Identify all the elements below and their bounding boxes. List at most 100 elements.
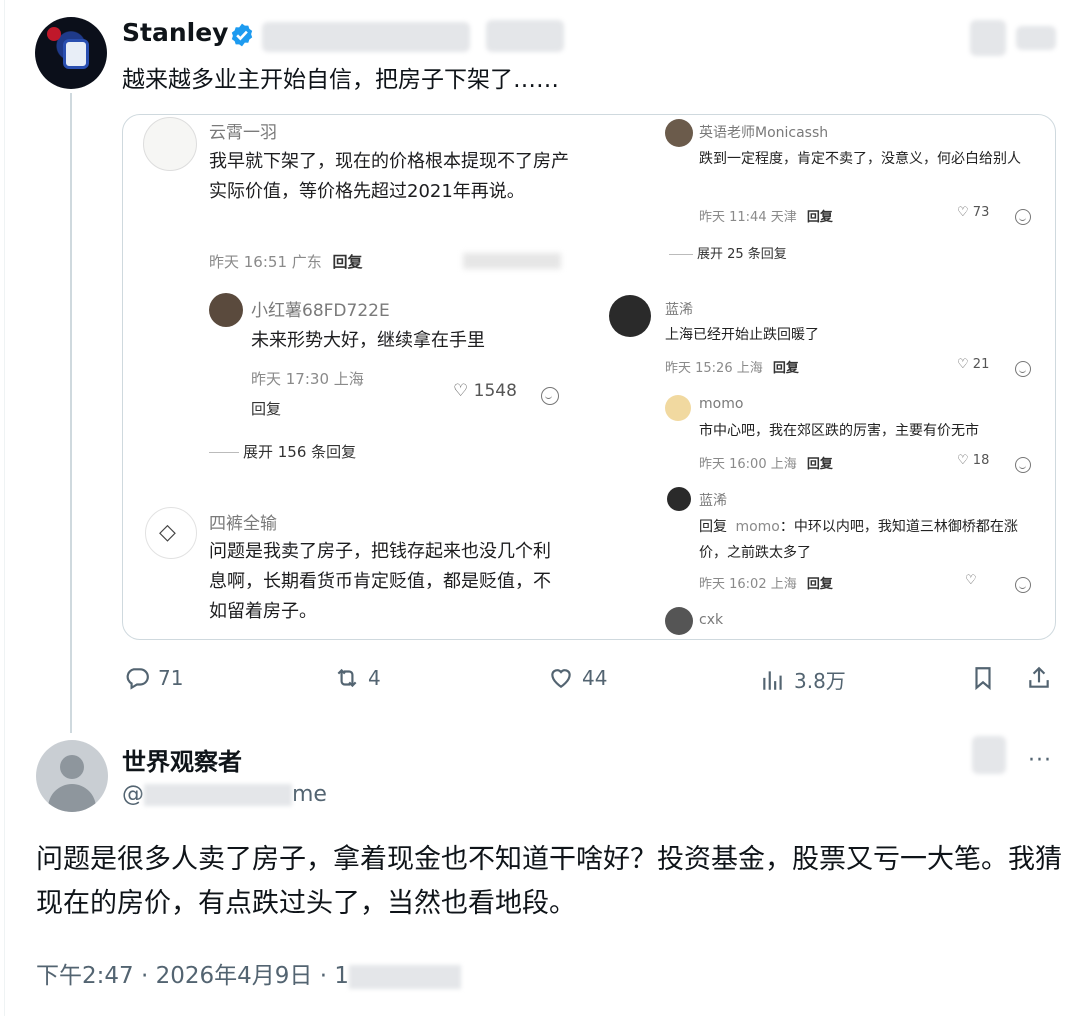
comment-text: 我早就下架了，现在的价格根本提现不了房产实际价值，等价格先超过2021年再说。 bbox=[209, 151, 569, 202]
comment-text: 市中心吧，我在郊区跌的厉害，主要有价无市 bbox=[699, 423, 979, 439]
comment-meta: 昨天 16:02 上海 回复 bbox=[699, 573, 833, 592]
comment-meta: 昨天 16:51 广东 回复 bbox=[209, 251, 363, 272]
like-action[interactable]: 44 bbox=[548, 665, 607, 691]
emoji-reaction-icon[interactable] bbox=[1015, 574, 1031, 593]
reply-icon bbox=[126, 668, 149, 690]
comment-time: 昨天 16:00 上海 bbox=[699, 457, 797, 472]
comment-time: 昨天 15:26 上海 bbox=[665, 361, 763, 376]
commenter-name: 四裤全输 bbox=[209, 514, 277, 534]
commenter-avatar: ◇ bbox=[145, 507, 197, 559]
comment-meta: 昨天 16:00 上海 回复 bbox=[699, 453, 833, 472]
diamond-icon: ◇ bbox=[159, 520, 176, 545]
commenter-name: 英语老师Monicassh bbox=[699, 125, 829, 141]
commenter-avatar bbox=[609, 295, 651, 337]
blurred-watermark bbox=[463, 253, 561, 269]
author-avatar[interactable] bbox=[35, 17, 107, 89]
reply-action[interactable]: 71 bbox=[124, 665, 183, 691]
comment-reply-link[interactable]: 回复 bbox=[773, 361, 799, 376]
views-redacted bbox=[348, 964, 461, 989]
reply-timestamp[interactable]: 下午2:47 · 2026年4月9日 · 1 bbox=[36, 956, 461, 990]
like-icon bbox=[551, 669, 571, 688]
author-name[interactable]: Stanley bbox=[122, 18, 228, 47]
emoji-reaction-icon[interactable] bbox=[541, 385, 559, 405]
handle-prefix: @ bbox=[122, 782, 144, 807]
commenter-name: cxk bbox=[699, 612, 724, 628]
emoji-reaction-icon[interactable] bbox=[1015, 206, 1031, 225]
rose-decoration bbox=[47, 27, 61, 41]
more-redacted bbox=[1016, 26, 1056, 50]
default-avatar-body bbox=[48, 784, 96, 812]
commenter-avatar bbox=[209, 293, 243, 327]
commenter-avatar bbox=[665, 607, 693, 635]
comment-reply-link[interactable]: 回复 bbox=[807, 210, 833, 225]
commenter-name: 云霄一羽 bbox=[209, 123, 277, 143]
handle-redacted bbox=[144, 784, 292, 806]
heart-icon: ♡ bbox=[957, 357, 969, 372]
commenter-name: 蓝浠 bbox=[699, 493, 727, 509]
like-count: 18 bbox=[972, 453, 990, 468]
reply-count: 71 bbox=[158, 666, 184, 690]
commenter-avatar bbox=[665, 119, 693, 147]
more-icon[interactable]: ··· bbox=[1028, 748, 1052, 773]
comment-text: 回复 momo：中环以内吧，我知道三林御桥都在涨价，之前跌太多了 bbox=[699, 514, 1039, 566]
comment-reply-link[interactable]: 回复 bbox=[807, 457, 833, 472]
comment-time: 昨天 16:51 广东 bbox=[209, 253, 322, 271]
like-count: 73 bbox=[972, 205, 990, 220]
tweet-text: 越来越多业主开始自信，把房子下架了…… bbox=[122, 67, 559, 93]
comment-text: 跌到一定程度，肯定不卖了，没意义，何必白给别人 bbox=[699, 151, 1021, 167]
verified-icon bbox=[231, 23, 253, 47]
views-action[interactable]: 3.8万 bbox=[760, 665, 846, 694]
like-count: 21 bbox=[972, 357, 990, 372]
commenter-name: 小红薯68FD722E bbox=[251, 301, 390, 321]
emoji-reaction-icon[interactable] bbox=[1015, 358, 1031, 377]
comment-text: 未来形势大好，继续拿在手里 bbox=[251, 330, 485, 351]
heart-icon: ♡ bbox=[957, 453, 969, 468]
grok-icon-redacted bbox=[970, 20, 1006, 56]
reply-author-name[interactable]: 世界观察者 bbox=[122, 742, 242, 777]
retweet-count: 4 bbox=[368, 666, 381, 690]
comment-reply-link[interactable]: 回复 bbox=[333, 253, 363, 271]
handle-redacted bbox=[486, 20, 564, 52]
comment-meta: 昨天 15:26 上海 回复 bbox=[665, 357, 799, 376]
default-avatar-head bbox=[60, 755, 84, 779]
comment-likes[interactable]: ♡ 21 bbox=[957, 357, 989, 372]
reply-mention[interactable]: momo bbox=[735, 519, 779, 535]
emoji-reaction-icon[interactable] bbox=[1015, 454, 1031, 473]
comment-time: 昨天 11:44 天津 bbox=[699, 210, 797, 225]
share-button[interactable] bbox=[1026, 665, 1052, 691]
reply-prefix: 回复 bbox=[699, 519, 727, 535]
grok-icon-redacted bbox=[972, 736, 1006, 774]
comment-time: 昨天 16:02 上海 bbox=[699, 577, 797, 592]
like-count: 1548 bbox=[473, 381, 517, 401]
timestamp-text: 下午2:47 · 2026年4月9日 · 1 bbox=[36, 963, 349, 989]
handle-redacted bbox=[262, 22, 470, 52]
comment-likes[interactable]: ♡ 1548 bbox=[453, 381, 517, 401]
avatar-figure bbox=[63, 39, 89, 69]
comment-likes[interactable]: ♡ 73 bbox=[957, 205, 989, 220]
page-border bbox=[4, 0, 5, 1016]
views-icon bbox=[763, 670, 782, 690]
comment-text: 上海已经开始止跌回暖了 bbox=[665, 327, 819, 343]
commenter-name: momo bbox=[699, 396, 744, 412]
retweet-action[interactable]: 4 bbox=[334, 665, 381, 691]
bookmark-icon bbox=[975, 667, 991, 691]
commenter-avatar bbox=[665, 395, 691, 421]
commenter-avatar bbox=[143, 117, 197, 171]
comment-text: 问题是我卖了房子，把钱存起来也没几个利息啊，长期看货币肯定贬值，都是贬值，不如留… bbox=[209, 541, 551, 622]
comment-reply-link[interactable]: 回复 bbox=[807, 577, 833, 592]
commenter-name: 蓝浠 bbox=[665, 302, 693, 318]
comment-reply-link[interactable]: 回复 bbox=[251, 398, 281, 419]
share-icon bbox=[1029, 666, 1049, 688]
embedded-screenshot[interactable]: 云霄一羽 我早就下架了，现在的价格根本提现不了房产实际价值，等价格先超过2021… bbox=[122, 114, 1056, 640]
reply-author-handle[interactable]: @ me bbox=[122, 782, 327, 807]
heart-icon: ♡ bbox=[957, 205, 969, 220]
thread-line bbox=[70, 93, 72, 733]
expand-replies-link[interactable]: 展开 156 条回复 bbox=[209, 441, 356, 462]
commenter-avatar bbox=[667, 487, 691, 511]
bookmark-button[interactable] bbox=[970, 665, 996, 691]
reply-author-avatar[interactable] bbox=[36, 740, 108, 812]
retweet-icon bbox=[337, 668, 357, 688]
expand-replies-link[interactable]: 展开 25 条回复 bbox=[669, 243, 787, 262]
comment-likes[interactable]: ♡ 18 bbox=[957, 453, 989, 468]
heart-icon[interactable]: ♡ bbox=[965, 573, 977, 588]
